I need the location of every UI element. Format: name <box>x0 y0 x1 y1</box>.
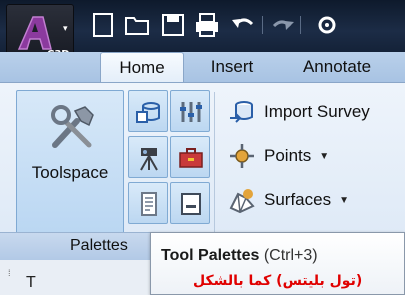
settings-tools-button[interactable] <box>170 90 210 132</box>
separator <box>300 16 301 34</box>
pattern-icon <box>141 192 157 216</box>
survey-icon <box>140 148 158 171</box>
command-line-icon <box>181 193 201 215</box>
toolbox-icon <box>179 148 203 168</box>
tab-insert[interactable]: Insert <box>192 52 272 82</box>
separator <box>262 16 263 34</box>
tab-label: Insert <box>210 57 254 76</box>
quick-access-toolbar: ▾ C3D <box>0 0 405 64</box>
prospector-button[interactable] <box>128 90 168 132</box>
import-survey-label: Import Survey <box>264 102 370 121</box>
survey-button[interactable] <box>128 136 168 178</box>
prospector-icon <box>136 102 160 123</box>
tab-label: Home <box>119 58 165 77</box>
toolspace-label: Toolspace <box>31 163 109 182</box>
tooltip-title: Tool Palettes (Ctrl+3) <box>161 247 318 265</box>
tab-home[interactable]: Home <box>100 52 184 82</box>
command-line-button[interactable] <box>170 182 210 224</box>
toolbox-button[interactable] <box>170 136 210 178</box>
undo-icon[interactable] <box>228 10 258 40</box>
redo-icon[interactable] <box>268 10 298 40</box>
tab-annotate[interactable]: Annotate <box>282 52 392 82</box>
palette-label: T <box>26 274 36 291</box>
save-icon[interactable] <box>158 10 188 40</box>
surfaces-button[interactable]: Surfaces ▼ <box>228 184 349 216</box>
chevron-down-icon[interactable]: ▼ <box>339 195 349 206</box>
panel-divider <box>214 92 215 232</box>
ribbon-tabs: Home Insert Annotate <box>0 52 405 82</box>
new-icon[interactable] <box>88 10 118 40</box>
open-icon[interactable] <box>122 10 152 40</box>
chevron-down-icon: ▾ <box>63 23 68 33</box>
toolspace-button[interactable]: Toolspace <box>16 90 124 240</box>
civil3d-logo-icon <box>17 16 52 50</box>
panel-title: Palettes <box>70 237 128 254</box>
surfaces-label: Surfaces <box>264 190 332 209</box>
pattern-button[interactable] <box>128 182 168 224</box>
settings-tools-icon <box>180 102 202 122</box>
import-survey-button[interactable]: Import Survey <box>228 96 370 128</box>
points-button[interactable]: Points ▼ <box>228 140 329 172</box>
tooltip: Tool Palettes (Ctrl+3) (تول بليتس) كما ب… <box>150 232 405 295</box>
grip-icon[interactable]: ⁞ <box>8 268 11 278</box>
surfaces-icon <box>229 189 255 214</box>
points-icon <box>230 144 254 168</box>
tooltip-title-text: Tool Palettes <box>161 247 260 264</box>
tab-label: Annotate <box>302 57 372 76</box>
points-label: Points <box>264 146 312 165</box>
settings-icon[interactable] <box>312 10 342 40</box>
tooltip-note: (تول بليتس) كما بالشكل <box>193 273 363 289</box>
print-icon[interactable] <box>192 10 222 40</box>
tooltip-shortcut: (Ctrl+3) <box>263 247 318 264</box>
toolspace-icon <box>51 105 94 148</box>
import-survey-icon <box>230 101 253 123</box>
chevron-down-icon[interactable]: ▼ <box>319 151 329 162</box>
